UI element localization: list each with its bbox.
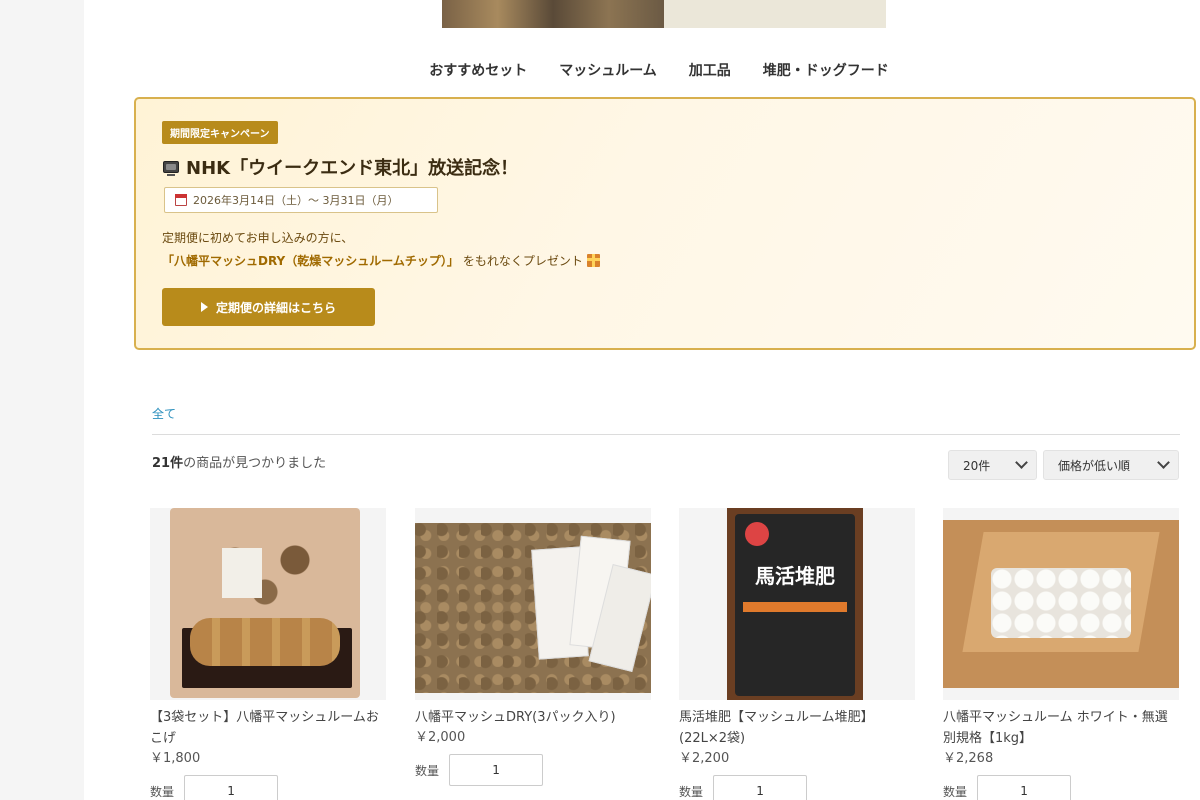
banner-photo-left: [442, 0, 664, 28]
campaign-title: NHK「ウイークエンド東北」放送記念！: [162, 154, 518, 180]
product-price: ￥2,000: [415, 730, 466, 745]
quantity-input[interactable]: [449, 754, 544, 786]
divider: [152, 434, 1180, 435]
nav-item-mushrooms[interactable]: マッシュルーム: [559, 60, 657, 80]
subscription-details-label: 定期便の詳細はこちら: [215, 300, 336, 315]
result-count: 21件の商品が見つかりました: [152, 452, 326, 471]
quantity-label: 数量: [150, 784, 175, 799]
product-name[interactable]: 八幡平マッシュDRY(3パック入り): [415, 707, 651, 728]
product-price: ￥2,200: [679, 751, 730, 766]
quantity-input[interactable]: [184, 775, 279, 800]
product-image[interactable]: [415, 508, 651, 700]
product-price: ￥1,800: [150, 751, 201, 766]
product-card: 【3袋セット】八幡平マッシュルームおこげ ￥1,800 数量: [150, 508, 386, 800]
quantity-row: 数量: [943, 775, 1179, 800]
campaign-date-box: 2026年3月14日（土）～ 3月31日（月）: [164, 187, 438, 213]
quantity-row: 数量: [150, 775, 386, 800]
quantity-input[interactable]: [977, 775, 1072, 800]
product-card: 馬活堆肥 馬活堆肥【マッシュルーム堆肥】(22L×2袋) ￥2,200 数量: [679, 508, 915, 800]
header-banner-image: [442, 0, 886, 28]
quantity-label: 数量: [943, 784, 968, 799]
campaign-badge: 期間限定キャンペーン: [162, 121, 278, 144]
tv-icon: [162, 159, 180, 176]
product-image[interactable]: [150, 508, 386, 700]
sort-select[interactable]: 価格が低い順: [1043, 450, 1179, 480]
filter-all-link[interactable]: 全て: [152, 405, 176, 422]
product-card: 八幡平マッシュルーム ホワイト・無選別規格【1kg】 ￥2,268 数量: [943, 508, 1179, 800]
product-name[interactable]: 【3袋セット】八幡平マッシュルームおこげ: [150, 707, 386, 749]
nav-item-recommended-sets[interactable]: おすすめセット: [429, 60, 527, 80]
product-card: 八幡平マッシュDRY(3パック入り) ￥2,000 数量: [415, 508, 651, 786]
quantity-input[interactable]: [713, 775, 808, 800]
sort-value: 価格が低い順: [1058, 458, 1131, 473]
nav-item-processed-goods[interactable]: 加工品: [689, 60, 731, 80]
per-page-select[interactable]: 20件: [948, 450, 1037, 480]
calendar-icon: [175, 194, 187, 206]
campaign-desc-line1: 定期便に初めてお申し込みの方に、: [162, 231, 354, 245]
campaign-desc-rest: をもれなくプレゼント: [462, 254, 583, 268]
quantity-label: 数量: [679, 784, 704, 799]
gift-icon: [586, 254, 600, 267]
product-image[interactable]: 馬活堆肥: [679, 508, 915, 700]
campaign-desc-line2: 「八幡平マッシュDRY（乾燥マッシュルームチップ）」 をもれなくプレゼント: [162, 252, 600, 269]
campaign-date-range: 2026年3月14日（土）～ 3月31日（月）: [193, 194, 399, 207]
per-page-value: 20件: [963, 458, 991, 473]
result-count-number: 21件: [152, 456, 184, 471]
nav-item-compost-dogfood[interactable]: 堆肥・ドッグフード: [763, 60, 889, 80]
chevron-down-icon: [1157, 456, 1170, 469]
product-name[interactable]: 八幡平マッシュルーム ホワイト・無選別規格【1kg】: [943, 707, 1179, 749]
quantity-row: 数量: [679, 775, 915, 800]
product-image[interactable]: [943, 508, 1179, 700]
quantity-row: 数量: [415, 754, 651, 786]
bag-print-text: 馬活堆肥: [755, 564, 835, 588]
product-name[interactable]: 馬活堆肥【マッシュルーム堆肥】(22L×2袋): [679, 707, 915, 749]
campaign-banner: 期間限定キャンペーン NHK「ウイークエンド東北」放送記念！ 2026年3月14…: [134, 97, 1196, 350]
chevron-down-icon: [1015, 456, 1028, 469]
category-nav: おすすめセット マッシュルーム 加工品 堆肥・ドッグフード: [0, 60, 1200, 80]
quantity-label: 数量: [415, 763, 440, 778]
left-gutter: [0, 0, 84, 800]
play-icon: [200, 302, 208, 312]
subscription-details-button[interactable]: 定期便の詳細はこちら: [162, 288, 375, 326]
campaign-title-text: NHK「ウイークエンド東北」放送記念！: [186, 158, 519, 179]
result-count-suffix: の商品が見つかりました: [183, 456, 327, 471]
campaign-desc-highlight: 「八幡平マッシュDRY（乾燥マッシュルームチップ）」: [162, 254, 459, 268]
product-price: ￥2,268: [943, 751, 994, 766]
banner-photo-right: [664, 0, 886, 28]
